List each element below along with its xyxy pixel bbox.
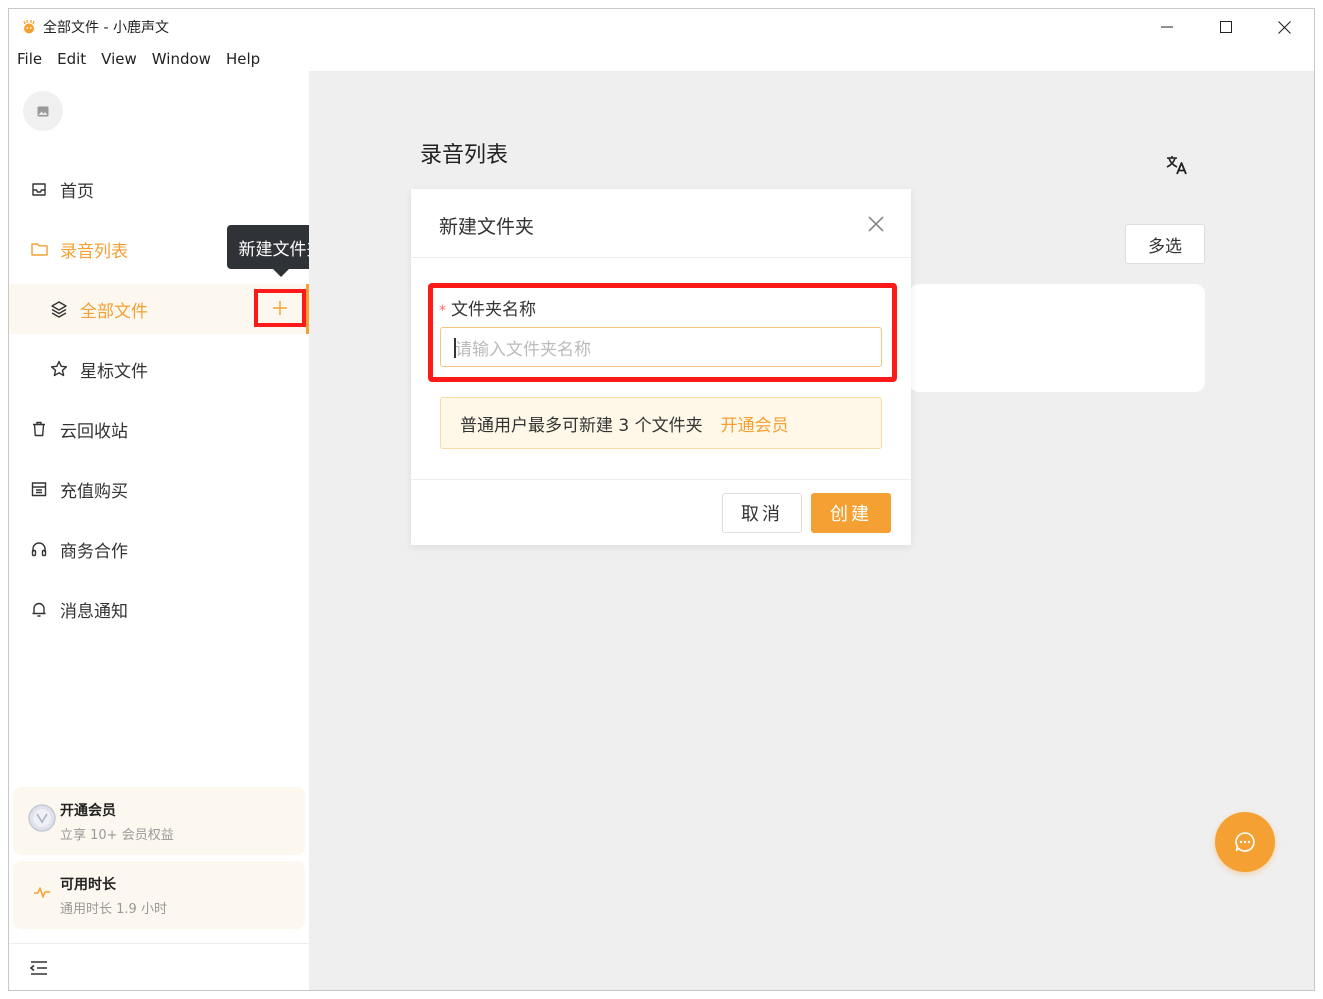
image-icon [37, 106, 49, 116]
sidebar-item-home[interactable]: 首页 [9, 164, 309, 214]
file-list-panel [909, 284, 1205, 392]
plus-icon [273, 301, 287, 315]
headphones-icon [30, 540, 48, 558]
sidebar-item-purchase[interactable]: 充值购买 [9, 464, 309, 514]
multi-select-button[interactable]: 多选 [1125, 224, 1205, 264]
sidebar-item-label: 录音列表 [60, 241, 128, 262]
layers-icon [50, 300, 68, 318]
sidebar-item-notifications[interactable]: 消息通知 [9, 584, 309, 634]
sidebar-item-label: 首页 [60, 181, 94, 202]
vip-card[interactable]: 开通会员 立享 10+ 会员权益 [13, 787, 305, 855]
menu-view[interactable]: View [101, 50, 137, 68]
new-folder-button[interactable] [254, 289, 306, 327]
trash-icon [30, 420, 48, 438]
sidebar-item-business[interactable]: 商务合作 [9, 524, 309, 574]
chat-bubble-icon [1235, 832, 1255, 852]
avatar[interactable] [23, 91, 63, 131]
folder-limit-notice: 普通用户最多可新建 3 个文件夹 开通会员 [440, 397, 882, 449]
vip-badge-icon [27, 803, 57, 833]
maximize-button[interactable] [1196, 9, 1255, 45]
sidebar-item-all-files[interactable]: 全部文件 [9, 284, 309, 334]
annotation-highlight-box [428, 283, 897, 382]
sidebar-item-label: 充值购买 [60, 481, 128, 502]
time-card[interactable]: 可用时长 通用时长 1.9 小时 [13, 861, 305, 929]
close-icon[interactable] [867, 215, 885, 233]
sidebar-item-label: 商务合作 [60, 541, 128, 562]
app-window: 全部文件 - 小鹿声文 File Edit View Window Help 首… [8, 8, 1315, 991]
new-folder-dialog: 新建文件夹 * 文件夹名称 请输入文件夹名称 普通用户最多可新建 3 个文件夹 开… [411, 189, 911, 545]
sidebar-item-label: 全部文件 [80, 301, 148, 322]
translate-icon[interactable] [1166, 154, 1188, 176]
sidebar-item-trash[interactable]: 云回收站 [9, 404, 309, 454]
store-icon [30, 480, 48, 498]
star-icon [50, 360, 68, 378]
deer-logo-icon [23, 20, 35, 34]
sidebar: 首页 录音列表 全部文件 星标文件 云回收站 充值购买 商务合作 消息通知 新建… [9, 71, 335, 990]
sidebar-divider [9, 943, 309, 944]
vip-card-title: 开通会员 [60, 803, 116, 819]
time-card-title: 可用时长 [60, 877, 116, 893]
sidebar-item-starred[interactable]: 星标文件 [9, 344, 309, 394]
chat-support-button[interactable] [1215, 812, 1275, 872]
minimize-icon [1160, 26, 1173, 28]
menu-edit[interactable]: Edit [57, 50, 86, 68]
collapse-menu-icon[interactable] [29, 958, 49, 978]
vip-card-subtitle: 立享 10+ 会员权益 [60, 828, 174, 843]
sidebar-item-label: 星标文件 [80, 361, 148, 382]
main-content: 录音列表 多选 新建文件夹 * 文件夹名称 请输入文件夹名称 普通用户最多可新建 … [309, 71, 1314, 990]
close-icon [1278, 20, 1291, 34]
window-controls [1137, 9, 1314, 45]
dialog-footer-divider [411, 479, 911, 480]
folder-icon [30, 240, 48, 258]
close-window-button[interactable] [1255, 9, 1314, 45]
pulse-icon [27, 877, 57, 907]
window-title: 全部文件 - 小鹿声文 [43, 20, 169, 36]
maximize-icon [1219, 21, 1232, 33]
sidebar-item-label: 云回收站 [60, 421, 128, 442]
upgrade-vip-link[interactable]: 开通会员 [721, 411, 789, 436]
inbox-icon [30, 180, 48, 198]
create-button[interactable]: 创建 [811, 493, 891, 533]
cancel-button[interactable]: 取消 [722, 493, 802, 533]
time-card-subtitle: 通用时长 1.9 小时 [60, 902, 167, 917]
dialog-title: 新建文件夹 [439, 216, 535, 238]
menu-window[interactable]: Window [152, 50, 211, 68]
menu-help[interactable]: Help [226, 50, 260, 68]
page-title: 录音列表 [420, 143, 509, 168]
dialog-divider [411, 257, 911, 258]
title-bar: 全部文件 - 小鹿声文 [9, 9, 1314, 45]
bell-icon [30, 600, 48, 618]
notice-text: 普通用户最多可新建 3 个文件夹 [460, 415, 703, 436]
sidebar-item-label: 消息通知 [60, 601, 128, 622]
minimize-button[interactable] [1137, 9, 1196, 45]
menu-file[interactable]: File [17, 50, 42, 68]
menu-bar: File Edit View Window Help [9, 46, 275, 72]
